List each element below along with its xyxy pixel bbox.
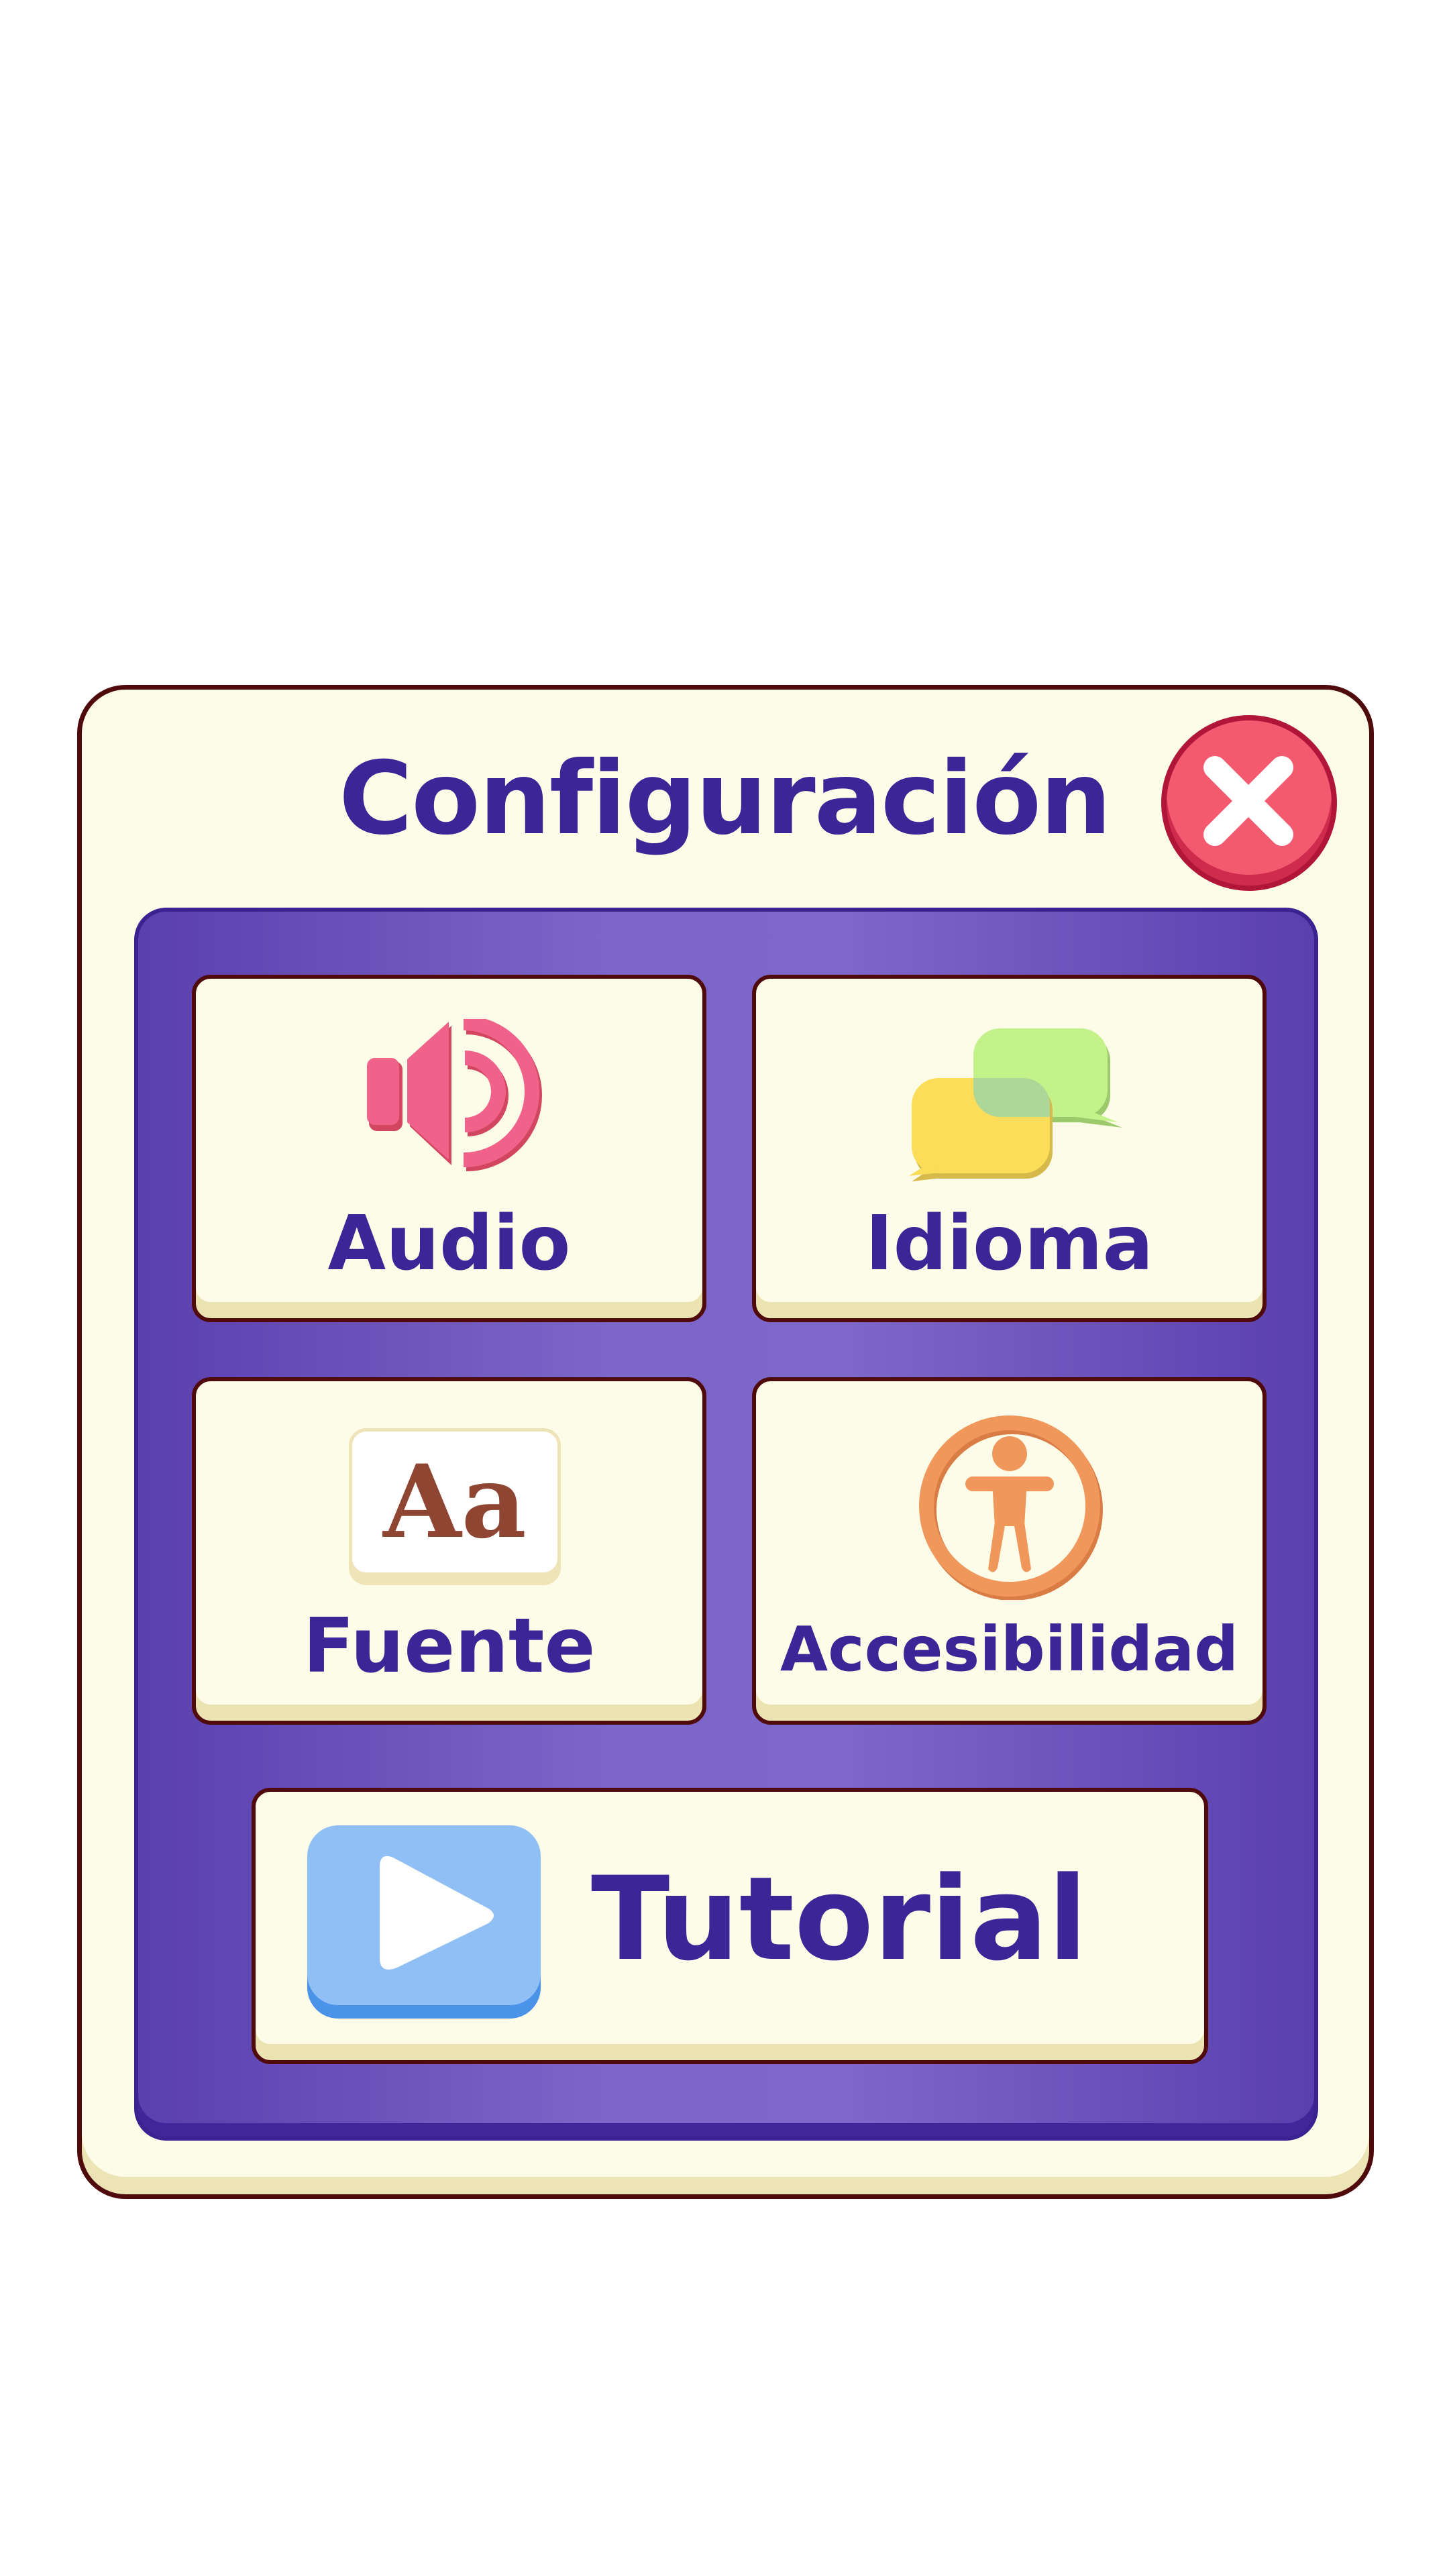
accessibility-label: Accesibilidad xyxy=(780,1613,1239,1685)
language-button[interactable]: Idioma xyxy=(752,975,1267,1322)
settings-screen: Configuración Audio Idioma Aa Fuente Acc… xyxy=(0,0,1449,2576)
audio-label: Audio xyxy=(327,1200,571,1287)
close-button[interactable] xyxy=(1161,715,1337,891)
play-icon xyxy=(307,1825,541,2019)
accessibility-button[interactable]: Accesibilidad xyxy=(752,1377,1267,1725)
language-label: Idioma xyxy=(865,1200,1154,1287)
font-icon-glyph: Aa xyxy=(383,1443,527,1561)
font-icon: Aa xyxy=(349,1428,561,1576)
close-icon xyxy=(1203,756,1293,846)
speech-bubbles-icon xyxy=(909,1028,1122,1181)
font-button[interactable]: Aa Fuente xyxy=(192,1377,706,1725)
speaker-icon xyxy=(367,1019,542,1171)
tutorial-label: Tutorial xyxy=(591,1851,1088,1986)
audio-button[interactable]: Audio xyxy=(192,975,706,1322)
tutorial-button[interactable]: Tutorial xyxy=(252,1788,1208,2064)
font-label: Fuente xyxy=(303,1603,596,1690)
accessibility-person-icon xyxy=(919,1415,1103,1600)
